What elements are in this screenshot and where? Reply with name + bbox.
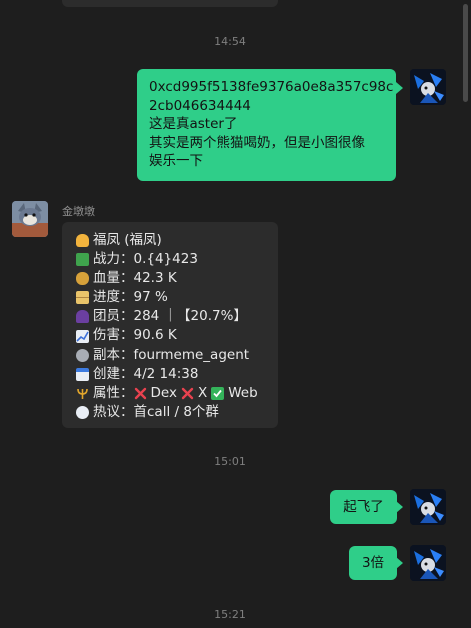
attr-label: 属性： (93, 384, 134, 401)
bot-title-row: 福凤 (福凤) (76, 231, 278, 250)
message-text-line: 娱乐一下 (149, 153, 203, 169)
cross-mark-icon (181, 387, 194, 400)
outgoing-message[interactable]: 0xcd995f5138fe9376a0e8a357c98c 2cb046634… (137, 69, 396, 181)
power-row: 战力： 0.{4}423 (76, 250, 278, 269)
message-text: 起飞了 (343, 498, 384, 515)
incoming-message[interactable]: 福凤 (福凤) 战力： 0.{4}423 血量： 42.3 K 进度： 97 %… (62, 222, 278, 428)
sender-name: 金墩墩 (62, 205, 95, 218)
speech-bubble-icon (76, 405, 89, 419)
attr-web: Web (228, 384, 258, 401)
message-text-line: 0xcd995f5138fe9376a0e8a357c98c (149, 79, 394, 95)
hp-label: 血量： (93, 270, 134, 287)
damage-row: 伤害： 90.6 K (76, 326, 278, 345)
outgoing-message[interactable]: 起飞了 (330, 490, 397, 524)
bubble-tail (396, 557, 403, 569)
avatar[interactable] (410, 69, 446, 105)
damage-value: 90.6 K (133, 327, 177, 344)
members-row: 团员： 284 ｜【20.7%】 (76, 307, 278, 326)
message-text-line: 其实是两个熊猫喝奶，但是小图很像 (149, 134, 365, 151)
chart-up-icon (76, 329, 89, 343)
created-value: 4/2 14:38 (133, 365, 199, 382)
bubble-tail (396, 501, 403, 513)
message-text-line: 2cb046634444 (149, 97, 251, 114)
avatar[interactable] (410, 489, 446, 525)
message-text-line: 这是真aster了 (149, 116, 238, 132)
bubble-tail (396, 82, 403, 94)
money-bag-icon (76, 272, 89, 286)
previous-message-bubble (62, 0, 278, 7)
hot-row: 热议： 首call / 8个群 (76, 403, 278, 422)
hot-value: 首call / 8个群 (133, 403, 219, 420)
power-value: 0.{4}423 (133, 251, 198, 268)
progress-label: 进度： (93, 289, 134, 306)
avatar[interactable] (12, 201, 48, 237)
trident-icon (76, 387, 89, 400)
progress-value: 97 % (133, 289, 168, 306)
message-text: 3倍 (361, 554, 385, 571)
calendar-icon (76, 367, 89, 381)
attr-dex: Dex (150, 384, 177, 401)
hourglass-icon (76, 291, 89, 305)
avatar[interactable] (410, 545, 446, 581)
created-label: 创建： (93, 365, 134, 382)
damage-label: 伤害： (93, 327, 134, 344)
raised-hand-icon (76, 234, 89, 248)
timestamp: 15:01 (214, 455, 246, 468)
attr-x: X (197, 384, 208, 401)
members-label: 团员： (93, 308, 134, 325)
dungeon-label: 副本： (93, 346, 134, 363)
progress-row: 进度： 97 % (76, 288, 278, 307)
cross-mark-icon (134, 387, 147, 400)
bot-title: 福凤 (福凤) (93, 232, 162, 248)
hp-row: 血量： 42.3 K (76, 269, 278, 288)
outgoing-message[interactable]: 3倍 (349, 546, 397, 580)
created-row: 创建： 4/2 14:38 (76, 365, 278, 384)
person-icon (76, 310, 89, 324)
check-mark-icon (211, 386, 225, 400)
money-icon (76, 253, 89, 267)
dungeon-row: 副本： fourmeme_agent (76, 346, 278, 365)
power-label: 战力： (93, 251, 134, 268)
timestamp: 15:21 (214, 608, 246, 621)
members-value: 284 ｜【20.7%】 (133, 308, 247, 325)
hot-label: 热议： (93, 403, 134, 420)
timestamp: 14:54 (214, 35, 246, 48)
gear-icon (76, 348, 89, 362)
attr-row: 属性： Dex X Web (76, 384, 278, 403)
dungeon-value: fourmeme_agent (133, 346, 250, 363)
scrollbar[interactable] (463, 4, 468, 102)
hp-value: 42.3 K (133, 270, 177, 287)
